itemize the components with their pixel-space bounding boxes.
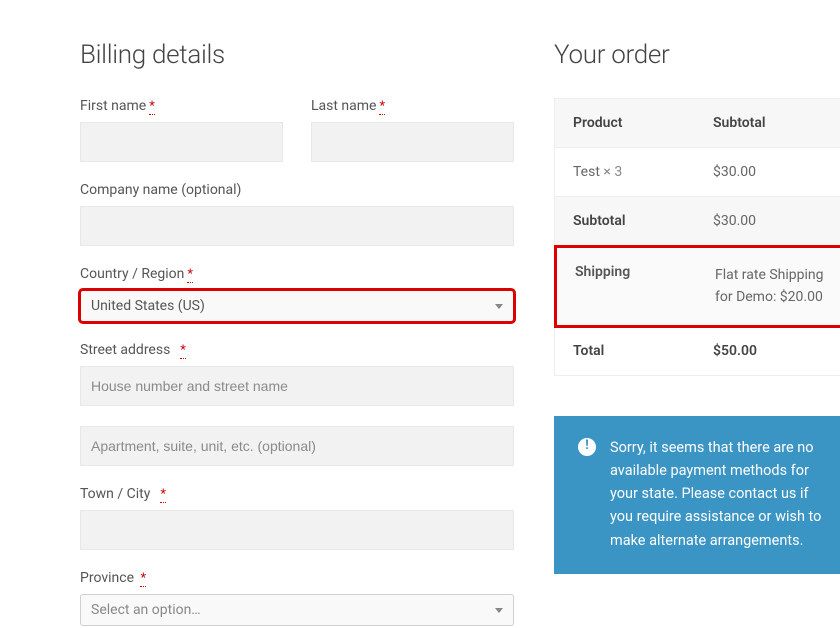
- city-input[interactable]: [80, 510, 514, 550]
- company-input[interactable]: [80, 206, 514, 246]
- required-asterisk: *: [140, 571, 146, 587]
- province-label: Province *: [80, 570, 514, 586]
- order-subtotal-value: $30.00: [713, 213, 835, 229]
- province-select[interactable]: Select an option…: [80, 594, 514, 626]
- required-asterisk: *: [160, 487, 166, 503]
- required-asterisk: *: [379, 99, 385, 115]
- order-total-row: Total $50.00: [555, 327, 840, 375]
- order-item-row: Test × 3 $30.00: [555, 148, 840, 197]
- info-icon: !: [578, 438, 596, 456]
- country-label: Country / Region*: [80, 266, 514, 282]
- chevron-down-icon: [495, 608, 503, 613]
- chevron-down-icon: [495, 304, 503, 309]
- order-shipping-row: Shipping Flat rate Shipping for Demo: $2…: [557, 248, 840, 325]
- company-label: Company name (optional): [80, 182, 514, 198]
- payment-notice-text: Sorry, it seems that there are no availa…: [610, 436, 830, 552]
- order-shipping-highlight: Shipping Flat rate Shipping for Demo: $2…: [554, 245, 840, 328]
- order-summary-table: Product Subtotal Test × 3 $30.00 Subtota…: [554, 98, 840, 376]
- street2-input[interactable]: [80, 426, 514, 466]
- order-shipping-label: Shipping: [575, 264, 715, 309]
- order-item-subtotal: $30.00: [713, 164, 835, 180]
- order-heading: Your order: [554, 40, 840, 70]
- country-select-value: United States (US): [91, 298, 205, 314]
- order-header-subtotal: Subtotal: [713, 115, 835, 131]
- order-subtotal-row: Subtotal $30.00: [555, 197, 840, 246]
- payment-notice: ! Sorry, it seems that there are no avai…: [554, 416, 840, 574]
- order-item-name: Test × 3: [573, 164, 713, 180]
- city-label: Town / City *: [80, 486, 514, 502]
- order-shipping-value: Flat rate Shipping for Demo: $20.00: [715, 264, 833, 309]
- required-asterisk: *: [149, 99, 155, 115]
- street-label: Street address *: [80, 342, 514, 358]
- order-header-row: Product Subtotal: [555, 99, 840, 148]
- first-name-input[interactable]: [80, 122, 283, 162]
- order-total-label: Total: [573, 343, 713, 359]
- first-name-label: First name*: [80, 98, 283, 114]
- order-total-value: $50.00: [713, 343, 835, 359]
- required-asterisk: *: [187, 267, 193, 283]
- country-select[interactable]: United States (US): [80, 290, 514, 322]
- billing-heading: Billing details: [80, 40, 514, 70]
- street1-input[interactable]: [80, 366, 514, 406]
- last-name-input[interactable]: [311, 122, 514, 162]
- required-asterisk: *: [180, 343, 186, 359]
- order-header-product: Product: [573, 115, 713, 131]
- order-subtotal-label: Subtotal: [573, 213, 713, 229]
- province-select-value: Select an option…: [91, 602, 201, 618]
- last-name-label: Last name*: [311, 98, 514, 114]
